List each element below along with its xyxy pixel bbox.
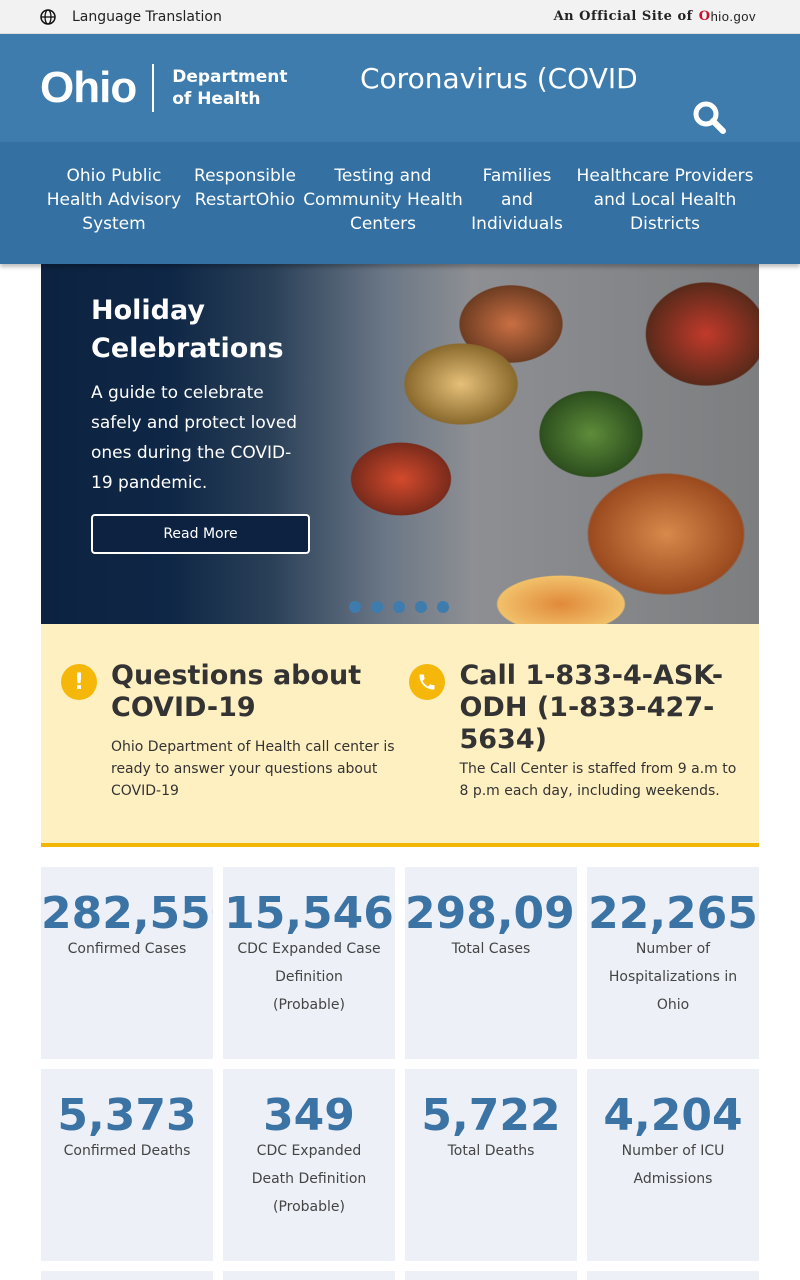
stat-card: 5,373 Confirmed Deaths	[41, 1069, 213, 1261]
stat-card: 282,550 Confirmed Cases	[41, 867, 213, 1059]
questions-body: Questions about COVID-19 Ohio Department…	[111, 660, 409, 843]
carousel-dot[interactable]	[437, 601, 449, 613]
questions-block: ! Questions about COVID-19 Ohio Departme…	[61, 660, 409, 843]
carousel-dot[interactable]	[371, 601, 383, 613]
questions-title: Questions about COVID-19	[111, 660, 362, 723]
stat-card: 4,204 Number of ICU Admissions	[587, 1069, 759, 1261]
language-translation-link[interactable]: Language Translation	[40, 9, 222, 25]
stat-card-partial	[587, 1271, 759, 1280]
stat-card-partial	[41, 1271, 213, 1280]
nav-item-testing[interactable]: Testing and Community Health Centers	[302, 142, 464, 264]
stat-card: 349 CDC Expanded Death Definition (Proba…	[223, 1069, 395, 1261]
logo-dept-line2: of Health	[172, 89, 261, 109]
carousel-dots	[349, 601, 459, 613]
site-title[interactable]: Coronavirus (COVID-19	[360, 62, 636, 95]
main-navigation: Ohio Public Health Advisory System Respo…	[0, 142, 800, 264]
call-title[interactable]: Call 1-833-4-ASK-ODH (1-833-427-5634)	[459, 660, 739, 756]
site-header: Ohio Department of Health Coronavirus (C…	[0, 34, 800, 142]
stat-label: Total Cases	[451, 941, 531, 957]
nav-item-public-health-advisory[interactable]: Ohio Public Health Advisory System	[40, 142, 188, 264]
call-text: The Call Center is staffed from 9 a.m to…	[459, 761, 737, 799]
stat-value: 349	[263, 1091, 355, 1141]
language-translation-label: Language Translation	[72, 8, 222, 25]
odh-logo[interactable]: Ohio Department of Health	[40, 63, 287, 113]
carousel-dot[interactable]	[349, 601, 361, 613]
stat-value: 5,373	[57, 1091, 197, 1141]
official-site-badge[interactable]: An Official Site of Ohio.gov	[554, 9, 756, 24]
call-block: Call 1-833-4-ASK-ODH (1-833-427-5634) Th…	[409, 660, 739, 843]
info-panel: ! Questions about COVID-19 Ohio Departme…	[41, 624, 759, 847]
top-utility-bar: Language Translation An Official Site of…	[0, 0, 800, 34]
stat-label: Confirmed Cases	[67, 941, 187, 957]
stat-label: CDC Expanded Death Definition (Probable)	[251, 1143, 367, 1215]
stat-card: 298,096 Total Cases	[405, 867, 577, 1059]
stat-card: 15,546 CDC Expanded Case Definition (Pro…	[223, 867, 395, 1059]
stat-card-partial	[405, 1271, 577, 1280]
stat-card-partial	[223, 1271, 395, 1280]
carousel-dot[interactable]	[415, 601, 427, 613]
exclamation-icon: !	[61, 664, 97, 700]
stat-label: Number of Hospitalizations in Ohio	[608, 941, 738, 1013]
call-body: Call 1-833-4-ASK-ODH (1-833-427-5634) Th…	[459, 660, 739, 843]
hero-title: Holiday Celebrations	[91, 295, 284, 364]
stat-value: 282,550	[41, 889, 213, 939]
stat-value: 298,096	[405, 889, 577, 939]
stat-card: 5,722 Total Deaths	[405, 1069, 577, 1261]
stat-value: 22,265	[588, 889, 758, 939]
logo-ohio-wordmark: Ohio	[40, 63, 137, 112]
nav-item-healthcare-providers[interactable]: Healthcare Providers and Local Health Di…	[570, 142, 760, 264]
stat-value: 4,204	[603, 1091, 743, 1141]
read-more-button[interactable]: Read More	[91, 514, 310, 554]
stat-label: Total Deaths	[447, 1143, 535, 1159]
hero-carousel: Holiday Celebrations A guide to celebrat…	[41, 264, 759, 624]
logo-department: Department of Health	[172, 66, 287, 110]
stat-label: CDC Expanded Case Definition (Probable)	[237, 941, 381, 1013]
nav-item-families[interactable]: Families and Individuals	[464, 142, 570, 264]
stat-card: 22,265 Number of Hospitalizations in Ohi…	[587, 867, 759, 1059]
logo-dept-line1: Department	[172, 67, 288, 87]
carousel-dot[interactable]	[393, 601, 405, 613]
official-prefix: An Official Site of	[553, 9, 693, 24]
stat-label: Confirmed Deaths	[63, 1143, 191, 1159]
phone-icon	[409, 664, 446, 700]
globe-icon	[40, 8, 56, 25]
ohio-gov-logo-o: O	[698, 9, 711, 24]
nav-item-responsible-restart[interactable]: Responsible RestartOhio	[188, 142, 302, 264]
stats-grid: 282,550 Confirmed Cases 15,546 CDC Expan…	[41, 867, 759, 1280]
questions-text: Ohio Department of Health call center is…	[111, 739, 395, 799]
hero-text: Holiday Celebrations A guide to celebrat…	[91, 292, 311, 498]
ohio-gov-logo-text: hio.gov	[710, 9, 756, 24]
stat-value: 5,722	[421, 1091, 561, 1141]
stat-value: 15,546	[224, 889, 394, 939]
stat-label: Number of ICU Admissions	[621, 1143, 725, 1187]
search-icon[interactable]	[690, 98, 730, 138]
logo-divider	[152, 64, 155, 112]
hero-description: A guide to celebrate safely and protect …	[91, 383, 298, 493]
